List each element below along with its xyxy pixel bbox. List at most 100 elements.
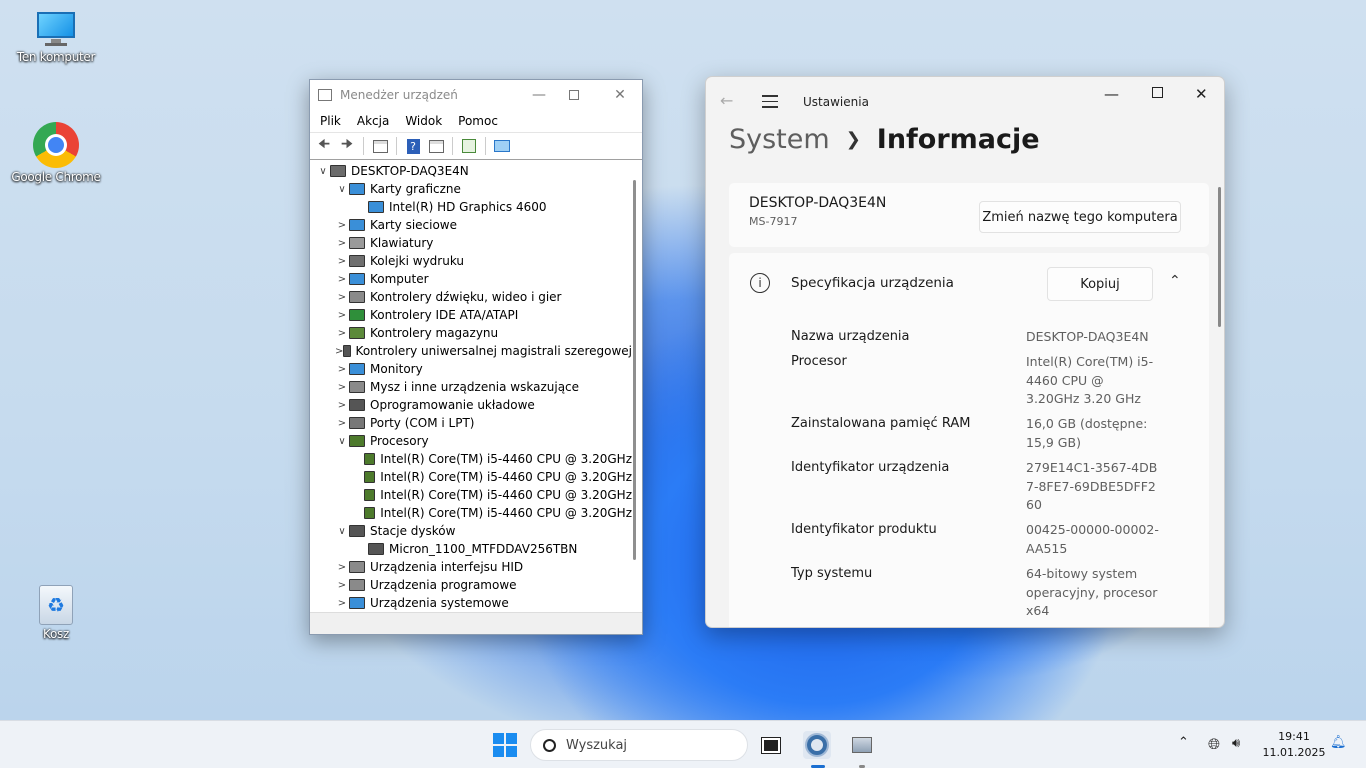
toolbar: 🠈 🠊 ? [310, 132, 642, 160]
desktop-icon-this-pc[interactable]: Ten komputer [11, 10, 101, 64]
chevron-up-icon[interactable]: ⌃ [1178, 735, 1189, 750]
device-name: DESKTOP-DAQ3E4N [749, 195, 887, 211]
settings-gear-icon[interactable] [803, 731, 831, 759]
expand-chevron-icon[interactable]: ∨ [335, 184, 349, 195]
collapse-chevron-icon[interactable]: > [335, 328, 349, 339]
collapse-chevron-icon[interactable]: > [335, 382, 349, 393]
menu-bar: Plik Akcja Widok Pomoc [310, 110, 642, 132]
tree-node[interactable]: Intel(R) HD Graphics 4600 [310, 198, 632, 216]
info-icon: i [750, 273, 770, 293]
collapse-chevron-icon[interactable]: > [335, 598, 349, 609]
spec-label: Zainstalowana pamięć RAM [791, 416, 971, 431]
collapse-chevron-icon[interactable]: > [335, 400, 349, 411]
forward-arrow-icon[interactable]: 🠊 [337, 136, 357, 156]
tree-node[interactable]: > Karty sieciowe [310, 216, 632, 234]
desktop-icon-recycle-bin[interactable]: ♻ Kosz [11, 585, 101, 641]
expand-chevron-icon[interactable]: ∨ [335, 436, 349, 447]
tree-node[interactable]: > Porty (COM i LPT) [310, 414, 632, 432]
tree-node-label: Intel(R) Core(TM) i5-4460 CPU @ 3.20GHz [380, 488, 632, 502]
vertical-scrollbar[interactable] [633, 180, 636, 560]
collapse-chevron-icon[interactable]: > [335, 346, 343, 357]
properties-icon[interactable] [370, 136, 390, 156]
rename-pc-button[interactable]: Zmień nazwę tego komputera [979, 201, 1181, 233]
volume-icon[interactable]: 🔊︎ [1232, 736, 1240, 751]
tree-node[interactable]: > Kontrolery magazynu [310, 324, 632, 342]
toolbar-divider [485, 137, 486, 155]
menu-icon[interactable] [762, 95, 778, 112]
desktop-icon-chrome[interactable]: Google Chrome [11, 122, 101, 184]
view-icon[interactable] [426, 136, 446, 156]
tree-node[interactable]: ∨ Karty graficzne [310, 180, 632, 198]
clock[interactable]: 19:41 11.01.2025 [1252, 729, 1336, 761]
scan-hardware-icon[interactable] [492, 136, 512, 156]
chevron-up-icon[interactable]: ⌃ [1169, 273, 1181, 289]
expand-chevron-icon[interactable]: ∨ [335, 526, 349, 537]
menu-item-akcja[interactable]: Akcja [349, 114, 397, 128]
collapse-chevron-icon[interactable]: > [335, 310, 349, 321]
taskbar: Wyszukaj ⌃ 🌐︎ 🔊︎ 19:41 11.01.2025 🔔︎ [0, 720, 1366, 768]
tree-node[interactable]: > Mysz i inne urządzenia wskazujące [310, 378, 632, 396]
task-view-icon[interactable] [757, 731, 785, 759]
windows-start-icon[interactable] [493, 733, 517, 757]
tree-node[interactable]: > Oprogramowanie układowe [310, 396, 632, 414]
collapse-chevron-icon[interactable]: > [335, 562, 349, 573]
collapse-chevron-icon[interactable]: > [335, 274, 349, 285]
notification-bell-icon[interactable]: 🔔︎ [1330, 735, 1347, 750]
tree-node[interactable]: Intel(R) Core(TM) i5-4460 CPU @ 3.20GHz [310, 450, 632, 468]
tree-node[interactable]: Intel(R) Core(TM) i5-4460 CPU @ 3.20GHz [310, 468, 632, 486]
menu-item-plik[interactable]: Plik [312, 114, 349, 128]
maximize-button[interactable] [551, 80, 597, 110]
clock-time: 19:41 [1278, 730, 1310, 743]
tree-node[interactable]: > Komputer [310, 270, 632, 288]
device-category-icon [343, 345, 351, 357]
spec-value: 00425-00000-00002-AA515 [1026, 522, 1159, 556]
tree-node[interactable]: ∨ DESKTOP-DAQ3E4N [310, 162, 632, 180]
tree-node[interactable]: > Urządzenia interfejsu HID [310, 558, 632, 576]
taskbar-search[interactable]: Wyszukaj [530, 729, 748, 761]
collapse-chevron-icon[interactable]: > [335, 238, 349, 249]
tree-node-label: Intel(R) HD Graphics 4600 [389, 200, 547, 214]
collapse-chevron-icon[interactable]: > [335, 418, 349, 429]
back-arrow-icon[interactable]: 🠈 [314, 136, 334, 156]
collapse-chevron-icon[interactable]: > [335, 256, 349, 267]
spec-label: Typ systemu [791, 566, 873, 581]
tree-node[interactable]: ∨ Stacje dysków [310, 522, 632, 540]
update-driver-icon[interactable] [459, 136, 479, 156]
tree-node[interactable]: Intel(R) Core(TM) i5-4460 CPU @ 3.20GHz [310, 486, 632, 504]
network-globe-icon[interactable]: 🌐︎ [1208, 735, 1220, 753]
device-category-icon [349, 435, 365, 447]
device-manager-taskbar-icon[interactable] [848, 731, 876, 759]
tree-node[interactable]: Micron_1100_MTFDDAV256TBN [310, 540, 632, 558]
device-category-icon [349, 237, 365, 249]
expand-chevron-icon[interactable]: ∨ [316, 166, 330, 177]
tree-node[interactable]: > Urządzenia programowe [310, 576, 632, 594]
tree-node[interactable]: Intel(R) Core(TM) i5-4460 CPU @ 3.20GHz [310, 504, 632, 522]
vertical-scrollbar[interactable] [1218, 187, 1221, 327]
breadcrumb-system[interactable]: System [729, 124, 830, 155]
close-button[interactable]: ✕ [597, 80, 643, 110]
tree-node[interactable]: > Kolejki wydruku [310, 252, 632, 270]
tree-node[interactable]: ∨ Procesory [310, 432, 632, 450]
menu-item-widok[interactable]: Widok [397, 114, 450, 128]
help-icon[interactable]: ? [403, 136, 423, 156]
tree-node[interactable]: > Monitory [310, 360, 632, 378]
device-category-icon [349, 597, 365, 609]
back-arrow-icon[interactable]: ← [720, 91, 733, 110]
collapse-chevron-icon[interactable]: > [335, 292, 349, 303]
maximize-button[interactable] [1152, 87, 1163, 98]
minimize-button[interactable]: — [1104, 85, 1119, 103]
breadcrumb: System ❯ Informacje [729, 124, 1040, 155]
tree-node[interactable]: > Kontrolery dźwięku, wideo i gier [310, 288, 632, 306]
menu-item-pomoc[interactable]: Pomoc [450, 114, 506, 128]
tree-node[interactable]: > Kontrolery IDE ATA/ATAPI [310, 306, 632, 324]
copy-button[interactable]: Kopiuj [1047, 267, 1153, 301]
close-button[interactable]: ✕ [1195, 85, 1208, 103]
tree-node[interactable]: > Urządzenia systemowe [310, 594, 632, 612]
tree-node[interactable]: > Kontrolery uniwersalnej magistrali szer… [310, 342, 632, 360]
tree-node[interactable]: > Klawiatury [310, 234, 632, 252]
collapse-chevron-icon[interactable]: > [335, 364, 349, 375]
collapse-chevron-icon[interactable]: > [335, 580, 349, 591]
device-category-icon [349, 399, 365, 411]
collapse-chevron-icon[interactable]: > [335, 220, 349, 231]
device-name-card: DESKTOP-DAQ3E4N MS-7917 Zmień nazwę tego… [729, 183, 1209, 247]
